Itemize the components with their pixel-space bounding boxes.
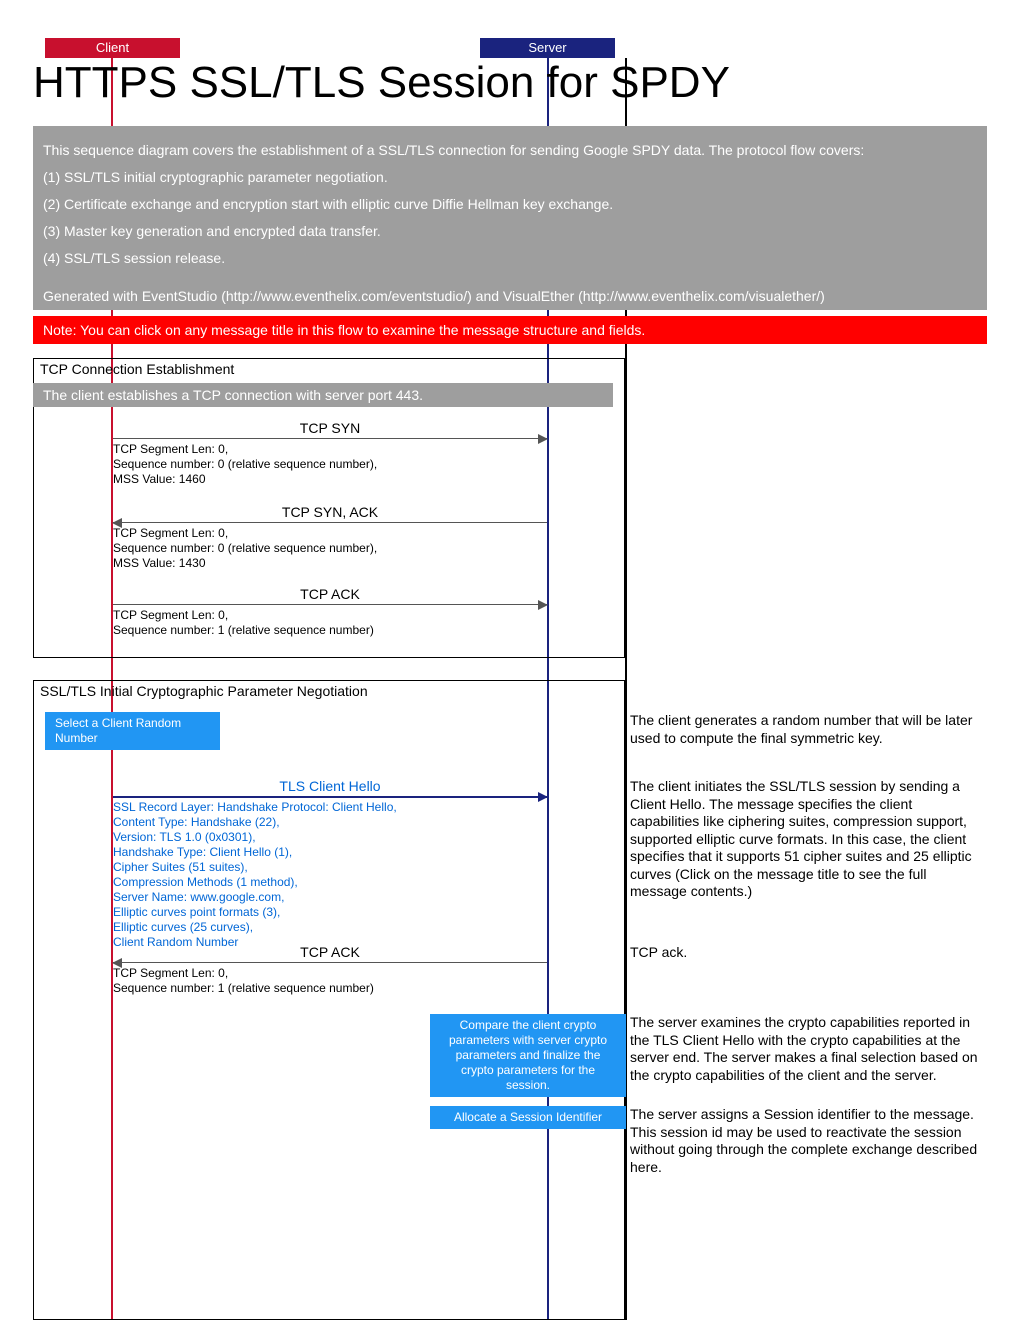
note-tls-hello: The client initiates the SSL/TLS session… [630,778,985,901]
arrow-tls-hello [113,796,547,798]
arrow-tcp-syn [113,438,547,439]
msg-tls-hello-detail: SSL Record Layer: Handshake Protocol: Cl… [113,800,547,950]
desc-item-1: (1) SSL/TLS initial cryptographic parame… [43,167,977,188]
desc-item-2: (2) Certificate exchange and encryption … [43,194,977,215]
arrow-tcp-ack1 [113,604,547,605]
arrow-tcp-synack [113,522,547,523]
msg-tcp-ack2-detail: TCP Segment Len: 0, Sequence number: 1 (… [113,966,547,996]
client-lifeline-label: Client [45,38,180,58]
action-client-random: Select a Client Random Number [45,712,220,750]
section-ssl-title: SSL/TLS Initial Cryptographic Parameter … [34,681,624,701]
section-tcp-note: The client establishes a TCP connection … [33,383,613,407]
msg-tcp-syn-label[interactable]: TCP SYN [113,420,547,436]
section-tcp-title: TCP Connection Establishment [34,359,624,379]
section-ssl-box: SSL/TLS Initial Cryptographic Parameter … [33,680,625,1320]
action-allocate-session: Allocate a Session Identifier [430,1106,626,1129]
msg-tcp-ack1-detail: TCP Segment Len: 0, Sequence number: 1 (… [113,608,547,638]
clickable-note: Note: You can click on any message title… [33,316,987,344]
server-lifeline-label: Server [480,38,615,58]
note-allocate-session: The server assigns a Session identifier … [630,1106,985,1176]
msg-tcp-synack-detail: TCP Segment Len: 0, Sequence number: 0 (… [113,526,547,571]
desc-item-3: (3) Master key generation and encrypted … [43,221,977,242]
msg-tcp-syn-detail: TCP Segment Len: 0, Sequence number: 0 (… [113,442,547,487]
description-block: This sequence diagram covers the establi… [33,126,987,285]
msg-tcp-synack-label[interactable]: TCP SYN, ACK [113,504,547,520]
arrow-tcp-ack2 [113,962,547,963]
note-tcp-ack2: TCP ack. [630,944,985,962]
action-compare-crypto: Compare the client crypto parameters wit… [430,1014,626,1097]
note-client-random: The client generates a random number tha… [630,712,985,747]
page-title: HTTPS SSL/TLS Session for SPDY [33,58,730,108]
desc-item-4: (4) SSL/TLS session release. [43,248,977,269]
note-compare-crypto: The server examines the crypto capabilit… [630,1014,985,1084]
generated-with: Generated with EventStudio (http://www.e… [33,282,987,310]
msg-tcp-ack1-label[interactable]: TCP ACK [113,586,547,602]
msg-tcp-ack2-label[interactable]: TCP ACK [113,944,547,960]
msg-tls-hello-label[interactable]: TLS Client Hello [113,778,547,794]
desc-intro: This sequence diagram covers the establi… [43,140,977,161]
